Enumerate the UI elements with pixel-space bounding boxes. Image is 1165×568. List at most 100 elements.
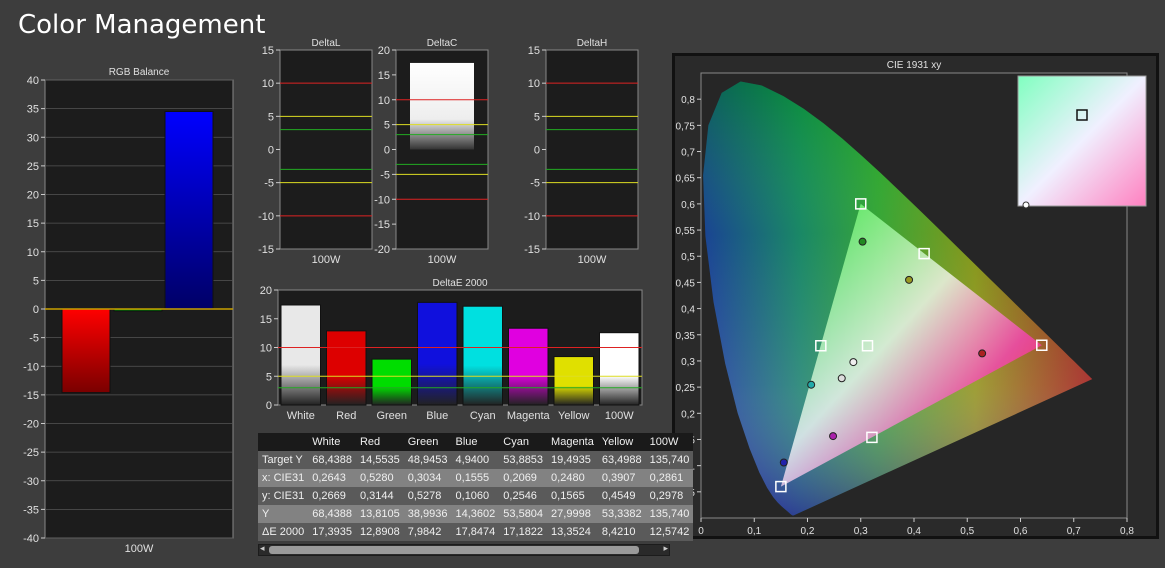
y-tick-label: -15 bbox=[524, 244, 540, 256]
x-tick-label: Blue bbox=[426, 410, 448, 422]
table-cell: 0,3034 bbox=[403, 469, 452, 487]
measured-marker-white bbox=[837, 374, 846, 383]
delta-e-bar-magenta bbox=[508, 327, 549, 406]
table-header-cell: Cyan bbox=[499, 433, 548, 451]
x-tick-label: 100W bbox=[578, 254, 607, 265]
table-cell: 0,2861 bbox=[645, 469, 694, 487]
cie-title: CIE 1931 xy bbox=[887, 60, 941, 71]
table-cell: 68,4388 bbox=[308, 505, 356, 523]
y-tick-label: 35 bbox=[27, 104, 39, 116]
delta-e-2000-chart: DeltaE 2000 20 15 10 5 0 White Red Green Blue Cyan… bbox=[260, 278, 643, 422]
y-tick-label: 0 bbox=[268, 145, 274, 157]
table-header-cell: Red bbox=[355, 433, 404, 451]
y-tick-label: 10 bbox=[260, 343, 272, 355]
y-tick-label: -40 bbox=[23, 533, 39, 545]
x-tick-label: 100W bbox=[605, 410, 634, 422]
y-tick-label: 0,6 bbox=[681, 200, 695, 211]
white-point-inset bbox=[1017, 75, 1147, 207]
y-tick-label: 0,65 bbox=[676, 174, 696, 185]
y-tick-label: 15 bbox=[260, 314, 272, 326]
table-row: x: CIE31 0,2643 0,5280 0,3034 0,1555 0,2069 0,… bbox=[258, 469, 694, 487]
table-cell: 7,9842 bbox=[403, 523, 452, 541]
table-cell: 17,8474 bbox=[451, 523, 500, 541]
y-tick-label: 10 bbox=[27, 247, 39, 259]
y-tick-label: -20 bbox=[23, 419, 39, 431]
table-cell: 0,5278 bbox=[403, 487, 452, 505]
delta_l-title: DeltaL bbox=[312, 38, 341, 49]
y-tick-label: -25 bbox=[23, 447, 39, 459]
y-tick-label: -5 bbox=[530, 178, 540, 190]
y-tick-label: 5 bbox=[384, 120, 390, 132]
x-tick-label: 0,1 bbox=[747, 526, 761, 537]
delta-e-bar-white bbox=[280, 304, 321, 406]
delta_l-plot-area bbox=[279, 49, 373, 250]
table-cell: 13,8105 bbox=[355, 505, 404, 523]
y-tick-label: -5 bbox=[29, 333, 39, 345]
table-cell: 8,4210 bbox=[597, 523, 646, 541]
table-cell: 135,740 bbox=[645, 505, 694, 523]
x-tick-label: 0,3 bbox=[854, 526, 868, 537]
delta-lch-charts: DeltaL 15 10 5 0 -5 -10 -15 100W DeltaC 20 15 10 5 0 -5… bbox=[258, 38, 639, 265]
y-tick-label: 0,75 bbox=[676, 121, 696, 132]
y-tick-label: 0,3 bbox=[681, 357, 695, 368]
delta-e-bar-yellow bbox=[553, 356, 594, 406]
table-cell: 63,4988 bbox=[597, 451, 646, 469]
scroll-right-arrow-icon[interactable]: ▸ bbox=[663, 543, 668, 554]
table-cell: 48,9453 bbox=[403, 451, 452, 469]
y-tick-label: 0,8 bbox=[681, 95, 695, 106]
y-tick-label: -15 bbox=[258, 244, 274, 256]
table-cell: 0,2069 bbox=[499, 469, 548, 487]
y-tick-label: 20 bbox=[378, 45, 390, 57]
table-row: ΔE 2000 17,3935 12,8908 7,9842 17,8474 17,182… bbox=[258, 523, 694, 541]
table-cell: 13,3524 bbox=[547, 523, 598, 541]
rgb-bar-red bbox=[61, 308, 111, 394]
delta_c-bar bbox=[410, 62, 474, 150]
table-horizontal-scrollbar[interactable]: ◂ ▸ bbox=[258, 543, 670, 556]
table-cell: 0,1060 bbox=[451, 487, 500, 505]
table-row-header: y: CIE31 bbox=[258, 487, 309, 505]
measured-marker-blue bbox=[779, 458, 788, 467]
y-tick-label: 5 bbox=[268, 111, 274, 123]
y-tick-label: -5 bbox=[264, 178, 274, 190]
y-tick-label: -10 bbox=[524, 211, 540, 223]
delta-e-bar-blue bbox=[417, 301, 458, 406]
measured-marker-100w bbox=[849, 358, 858, 367]
table-header-cell: Green bbox=[403, 433, 452, 451]
table-row: Y 68,4388 13,8105 38,9936 14,3602 53,5804 27,9… bbox=[258, 505, 694, 523]
table-cell: 0,3907 bbox=[597, 469, 646, 487]
table-cell: 68,4388 bbox=[308, 451, 356, 469]
table-row-header: ΔE 2000 bbox=[258, 523, 309, 541]
table-cell: 0,2978 bbox=[645, 487, 694, 505]
y-tick-label: 10 bbox=[528, 78, 540, 90]
table-header-cell: Magenta bbox=[547, 433, 598, 451]
y-tick-label: -30 bbox=[23, 476, 39, 488]
scroll-left-arrow-icon[interactable]: ◂ bbox=[260, 543, 265, 554]
table-cell: 53,8853 bbox=[499, 451, 548, 469]
delta_h-plot-area bbox=[545, 49, 639, 250]
y-tick-label: 25 bbox=[27, 161, 39, 173]
table-cell: 0,2480 bbox=[547, 469, 598, 487]
measured-marker-cyan bbox=[807, 380, 816, 389]
y-tick-label: 0,55 bbox=[676, 226, 696, 237]
table-header-cell: White bbox=[308, 433, 356, 451]
scrollbar-thumb[interactable] bbox=[269, 546, 639, 554]
delta-e-title: DeltaE 2000 bbox=[432, 278, 487, 289]
measured-marker-green bbox=[858, 237, 867, 246]
table-header-cell: Yellow bbox=[597, 433, 646, 451]
y-tick-label: 0,45 bbox=[676, 278, 696, 289]
table-cell: 38,9936 bbox=[403, 505, 452, 523]
x-tick-label: 100W bbox=[125, 543, 154, 555]
table-header-cell: 100W bbox=[645, 433, 694, 451]
table-cell: 0,1565 bbox=[547, 487, 598, 505]
table-cell: 0,2546 bbox=[499, 487, 548, 505]
table-cell: 14,3602 bbox=[451, 505, 500, 523]
delta_h-title: DeltaH bbox=[577, 38, 608, 49]
y-tick-label: 0 bbox=[33, 304, 39, 316]
x-tick-label: 0,6 bbox=[1014, 526, 1028, 537]
measured-marker-magenta bbox=[829, 432, 838, 441]
table-cell: 12,8908 bbox=[355, 523, 404, 541]
y-tick-label: 15 bbox=[262, 45, 274, 57]
measured-marker-red bbox=[978, 349, 987, 358]
x-tick-label: 100W bbox=[312, 254, 341, 265]
cie-1931-chart: CIE 1931 xy0,050,10,150,20,250,30,350,40… bbox=[672, 53, 1159, 539]
